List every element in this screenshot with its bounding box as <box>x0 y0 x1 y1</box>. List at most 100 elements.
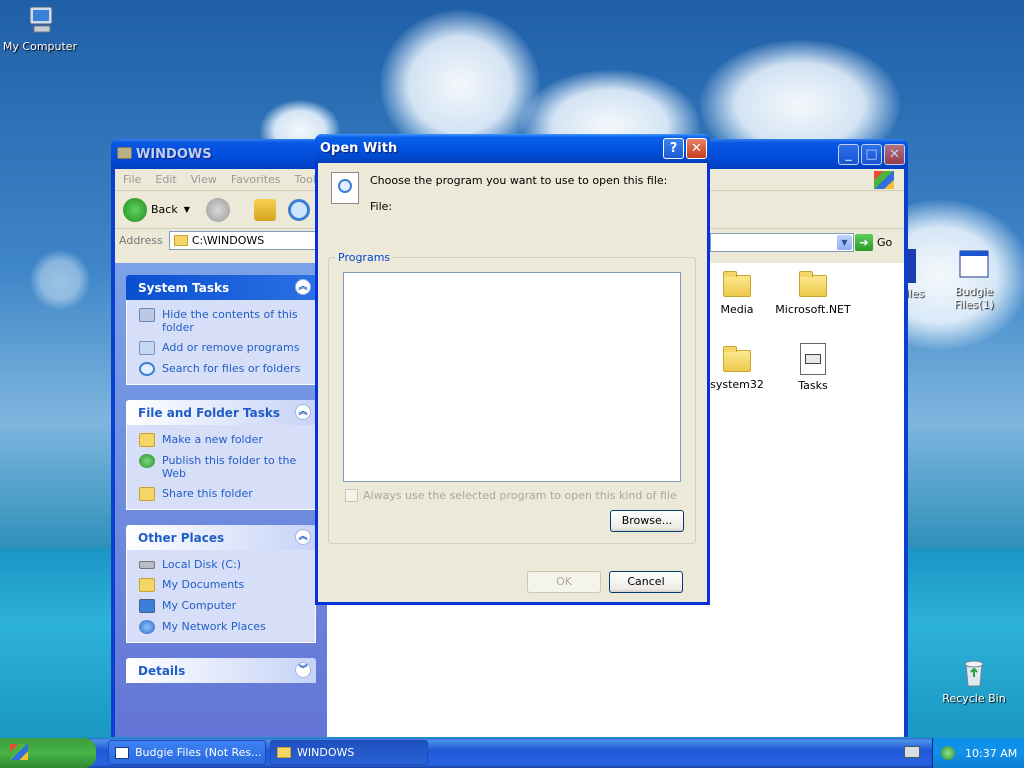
place-label: My Documents <box>162 578 245 591</box>
details-header[interactable]: Details ︾ <box>126 658 316 683</box>
desktop-icon-label: My Computer <box>2 40 78 53</box>
documents-folder-icon <box>139 578 155 592</box>
windows-logo-icon <box>874 170 894 189</box>
browse-button[interactable]: Browse... <box>610 510 684 532</box>
network-tray-icon[interactable] <box>941 746 955 760</box>
place-my-documents[interactable]: My Documents <box>139 578 303 592</box>
collapse-chevron-icon[interactable]: ︽ <box>295 529 311 545</box>
recycle-bin-icon <box>958 656 990 688</box>
task-search[interactable]: Search for files or folders <box>139 362 303 376</box>
address-value: C:\WINDOWS <box>191 233 265 247</box>
taskbar-button-budgie-files[interactable]: Budgie Files (Not Res... <box>108 740 266 765</box>
window-file-icon <box>958 249 990 281</box>
dialog-body: Choose the program you want to use to op… <box>318 163 707 602</box>
keyboard-icon[interactable] <box>904 746 920 758</box>
menu-file[interactable]: File <box>123 173 141 186</box>
always-use-checkbox[interactable] <box>345 489 358 502</box>
back-arrow-icon <box>123 197 147 222</box>
taskbar-button-windows[interactable]: WINDOWS <box>270 740 428 765</box>
my-computer-icon <box>24 4 56 36</box>
desktop-icon-recycle-bin[interactable]: Recycle Bin <box>934 656 1014 705</box>
task-add-remove-programs[interactable]: Add or remove programs <box>139 341 303 355</box>
task-hide-contents[interactable]: Hide the contents of this folder <box>139 308 303 334</box>
clock[interactable]: 10:37 AM <box>965 747 1017 760</box>
file-label: Media <box>720 303 754 316</box>
cancel-button[interactable]: Cancel <box>609 571 683 593</box>
file-item-tasks[interactable]: Tasks <box>773 343 853 392</box>
desktop-icon-label: iles <box>905 287 925 300</box>
folder-icon <box>277 747 291 758</box>
folder-up-icon[interactable] <box>253 198 276 221</box>
publish-web-icon <box>139 454 155 468</box>
file-folder-tasks-header[interactable]: File and Folder Tasks ︽ <box>126 400 316 425</box>
other-places-header[interactable]: Other Places ︽ <box>126 525 316 550</box>
menu-favorites[interactable]: Favorites <box>231 173 281 186</box>
taskbar-button-label: WINDOWS <box>297 746 355 759</box>
task-publish-web[interactable]: Publish this folder to the Web <box>139 454 303 480</box>
folder-icon <box>117 147 132 159</box>
share-folder-icon <box>139 487 155 501</box>
other-places-panel: Other Places ︽ Local Disk (C:) My Docume… <box>126 525 316 643</box>
always-use-label: Always use the selected program to open … <box>363 489 677 502</box>
folder-icon <box>723 346 751 372</box>
system-tasks-panel: System Tasks ︽ Hide the contents of this… <box>126 275 316 385</box>
desktop-icon-budgie-files[interactable]: Budgie Files(1) <box>934 249 1014 311</box>
place-my-network[interactable]: My Network Places <box>139 620 303 634</box>
go-label: Go <box>877 236 893 249</box>
back-button[interactable]: Back ▼ <box>123 197 190 222</box>
help-button[interactable]: ? <box>663 138 684 159</box>
menu-edit[interactable]: Edit <box>155 173 176 186</box>
programs-label: Programs <box>335 251 394 264</box>
disk-icon <box>139 561 155 569</box>
task-share-folder[interactable]: Share this folder <box>139 487 303 501</box>
file-label: Microsoft.NET <box>775 303 851 316</box>
programs-list[interactable] <box>343 272 681 482</box>
menu-view[interactable]: View <box>191 173 217 186</box>
maximize-button[interactable]: □ <box>861 144 882 165</box>
file-folder-tasks-panel: File and Folder Tasks ︽ Make a new folde… <box>126 400 316 510</box>
file-item-microsoft-net[interactable]: Microsoft.NET <box>773 271 853 316</box>
address-input[interactable]: C:\WINDOWS <box>168 230 319 250</box>
address-input-right[interactable]: ▼ <box>710 233 854 252</box>
dropdown-arrow-icon[interactable]: ▼ <box>837 235 852 250</box>
panel-title: Other Places <box>138 531 225 545</box>
network-places-icon <box>139 620 155 634</box>
collapse-chevron-icon[interactable]: ︽ <box>295 404 311 420</box>
close-button[interactable]: ✕ <box>884 144 905 165</box>
system-tasks-header[interactable]: System Tasks ︽ <box>126 275 316 300</box>
start-button[interactable]: start <box>0 738 96 768</box>
new-folder-icon <box>139 433 155 447</box>
place-label: Local Disk (C:) <box>162 558 242 571</box>
ok-button[interactable]: OK <box>527 571 601 593</box>
dialog-title: Open With <box>320 141 398 156</box>
task-label: Make a new folder <box>162 433 263 446</box>
minimize-button[interactable]: _ <box>838 144 859 165</box>
always-use-checkbox-row[interactable]: Always use the selected program to open … <box>345 489 677 502</box>
desktop-icon-my-computer[interactable]: My Computer <box>0 4 80 53</box>
dialog-titlebar[interactable]: Open With ? ✕ <box>315 134 710 163</box>
taskbar-button-label: Budgie Files (Not Res... <box>135 746 262 759</box>
window-title: WINDOWS <box>136 147 212 162</box>
task-label: Search for files or folders <box>162 362 301 375</box>
hide-folder-icon <box>139 308 155 322</box>
expand-chevron-icon[interactable]: ︾ <box>295 662 311 678</box>
chevron-down-icon: ▼ <box>183 205 190 214</box>
task-pane: System Tasks ︽ Hide the contents of this… <box>115 263 327 737</box>
go-button[interactable]: ➜ Go <box>855 234 892 251</box>
desktop-icon-label: Budgie Files(1) <box>954 285 994 311</box>
search-icon[interactable] <box>287 198 310 221</box>
search-icon <box>139 362 155 376</box>
collapse-chevron-icon[interactable]: ︽ <box>295 279 311 295</box>
task-new-folder[interactable]: Make a new folder <box>139 433 303 447</box>
file-label: Tasks <box>798 379 828 392</box>
dialog-close-button[interactable]: ✕ <box>686 138 707 159</box>
my-computer-icon <box>139 599 155 613</box>
panel-title: System Tasks <box>138 281 230 295</box>
details-panel: Details ︾ <box>126 658 316 683</box>
place-local-disk[interactable]: Local Disk (C:) <box>139 558 303 571</box>
forward-button[interactable] <box>205 197 230 222</box>
place-my-computer[interactable]: My Computer <box>139 599 303 613</box>
taskbar: start Budgie Files (Not Res... WINDOWS 1… <box>0 738 1024 768</box>
file-label: File: <box>370 200 393 213</box>
open-with-dialog[interactable]: Open With ? ✕ Choose the program you wan… <box>315 134 710 605</box>
